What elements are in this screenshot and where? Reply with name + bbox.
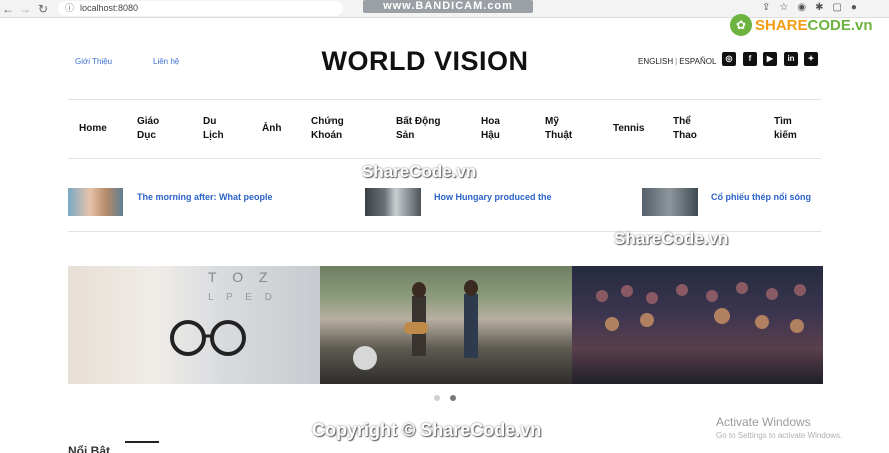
slide-image[interactable]: T O Z L P E D [68,266,320,384]
copyright-watermark: Copyright © ShareCode.vn [312,420,542,440]
news-link[interactable]: How Hungary produced the [434,192,552,202]
slide-image[interactable] [572,266,823,384]
section-underline [125,441,159,443]
sharecode-logo: ✿ SHARECODE.vn [730,13,873,37]
contact-link[interactable]: Liên hệ [153,57,179,66]
menu-item-travel[interactable]: Du Lịch [203,115,224,143]
slider-dot-active[interactable] [450,395,456,401]
watermark-text: ShareCode.vn [362,162,477,181]
activate-windows-title: Activate Windows [716,415,811,429]
menu-item-education[interactable]: Giáo Dục [137,115,159,143]
menu-item-tennis[interactable]: Tennis [613,122,644,136]
musicians-illustration [353,280,478,370]
menu-item-home[interactable]: Home [79,122,107,136]
about-link[interactable]: Giới Thiệu [75,57,112,66]
news-thumbnail[interactable] [68,188,123,216]
divider [68,99,821,100]
news-link[interactable]: The morning after: What people [137,192,273,202]
lang-english-link[interactable]: ENGLISH [638,57,673,66]
forward-icon[interactable]: → [19,2,31,16]
twitter-icon[interactable]: ✦ [804,52,818,66]
language-switcher: ENGLISH | ESPAÑOL [638,57,717,66]
menu-item-fine-arts[interactable]: Mỹ Thuật [545,115,572,143]
news-link[interactable]: Cổ phiếu thép nổi sóng [711,192,811,202]
linkedin-icon[interactable]: in [784,52,798,66]
facebook-icon[interactable]: f [743,52,757,66]
news-thumbnail[interactable] [642,188,698,216]
recorder-banner: www.BANDICAM.com [363,0,533,13]
address-text: localhost:8080 [80,3,139,13]
svg-text:T O Z: T O Z [208,269,274,285]
menu-item-real-estate[interactable]: Bất Động Sản [396,115,440,143]
slider-dot[interactable] [434,395,440,401]
instagram-icon[interactable]: ◎ [722,52,736,66]
menu-item-stocks[interactable]: Chứng Khoán [311,115,344,143]
section-title: Nổi Bật [68,444,110,453]
back-icon[interactable]: ← [2,2,14,16]
address-bar[interactable]: ⓘ localhost:8080 [58,1,343,16]
site-brand[interactable]: WORLD VISION [310,46,540,77]
menu-item-search[interactable]: Tìm kiếm [774,115,797,143]
youtube-icon[interactable]: ▶ [763,52,777,66]
menu-item-beauty-queen[interactable]: Hoa Hậu [481,115,500,143]
leaf-icon: ✿ [730,14,752,36]
lang-spanish-link[interactable]: ESPAÑOL [679,57,716,66]
reload-icon[interactable]: ↻ [38,2,48,16]
menu-item-sports[interactable]: Thể Thao [673,115,697,143]
activate-windows-sub: Go to Settings to activate Windows. [716,431,843,440]
browser-extension-icons[interactable]: ⇪☆◉✱▢● [762,2,866,13]
hero-slider[interactable]: T O Z L P E D [68,266,823,384]
watermark-text: ShareCode.vn [614,229,729,248]
svg-text:L P E D: L P E D [208,292,277,303]
choir-illustration [596,282,806,333]
eyeglasses-illustration: T O Z L P E D [170,269,277,356]
divider [68,158,821,159]
info-icon: ⓘ [65,3,75,13]
news-thumbnail[interactable] [365,188,421,216]
slide-image[interactable] [320,266,572,384]
menu-item-photos[interactable]: Ảnh [262,122,281,136]
